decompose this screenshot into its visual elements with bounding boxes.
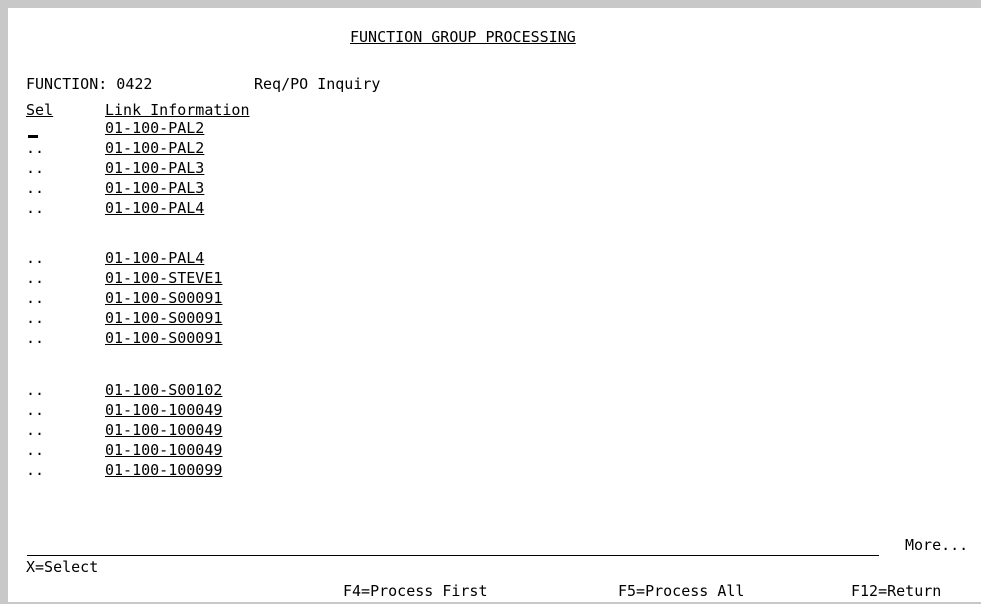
sel-input[interactable] — [26, 119, 54, 137]
select-key-hint: X=Select — [26, 558, 99, 576]
link-information-item: 01-100-PAL4 — [105, 199, 205, 217]
sel-input[interactable]: .. — [26, 421, 54, 439]
link-information-item: 01-100-S00091 — [105, 289, 223, 307]
footer-divider — [27, 555, 879, 556]
link-information-item: 01-100-S00091 — [105, 309, 223, 327]
screen-title: FUNCTION GROUP PROCESSING — [350, 28, 576, 46]
sel-input[interactable]: .. — [26, 381, 54, 399]
link-information-item: 01-100-100049 — [105, 421, 223, 439]
sel-input[interactable]: .. — [26, 249, 54, 267]
f4-process-first-key[interactable]: F4=Process First — [343, 582, 488, 600]
column-header-sel: Sel — [26, 101, 54, 119]
link-information-item: 01-100-PAL3 — [105, 159, 205, 177]
sel-input[interactable]: .. — [26, 309, 54, 327]
sel-input[interactable]: .. — [26, 159, 54, 177]
link-information-item: 01-100-PAL2 — [105, 119, 205, 137]
more-indicator: More... — [905, 536, 969, 554]
link-information-item: 01-100-S00102 — [105, 381, 223, 399]
sel-input[interactable]: .. — [26, 441, 54, 459]
f5-process-all-key[interactable]: F5=Process All — [618, 582, 744, 600]
link-information-item: 01-100-100049 — [105, 441, 223, 459]
sel-input[interactable]: .. — [26, 179, 54, 197]
link-information-item: 01-100-100099 — [105, 461, 223, 479]
terminal-screen: FUNCTION GROUP PROCESSING FUNCTION: 0422… — [0, 0, 981, 604]
f12-return-key[interactable]: F12=Return — [851, 582, 941, 600]
function-number: FUNCTION: 0422 — [26, 75, 153, 93]
link-information-item: 01-100-PAL4 — [105, 249, 205, 267]
column-header-link-information: Link Information — [105, 101, 250, 119]
sel-input[interactable]: .. — [26, 289, 54, 307]
sel-input[interactable]: .. — [26, 461, 54, 479]
link-information-item: 01-100-S00091 — [105, 329, 223, 347]
link-information-item: 01-100-STEVE1 — [105, 269, 223, 287]
sel-input[interactable]: .. — [26, 269, 54, 287]
link-information-item: 01-100-PAL3 — [105, 179, 205, 197]
link-information-item: 01-100-PAL2 — [105, 139, 205, 157]
sel-input[interactable]: .. — [26, 329, 54, 347]
sel-input[interactable]: .. — [26, 139, 54, 157]
function-description: Req/PO Inquiry — [254, 75, 381, 93]
sel-input[interactable]: .. — [26, 199, 54, 217]
link-information-item: 01-100-100049 — [105, 401, 223, 419]
sel-input[interactable]: .. — [26, 401, 54, 419]
